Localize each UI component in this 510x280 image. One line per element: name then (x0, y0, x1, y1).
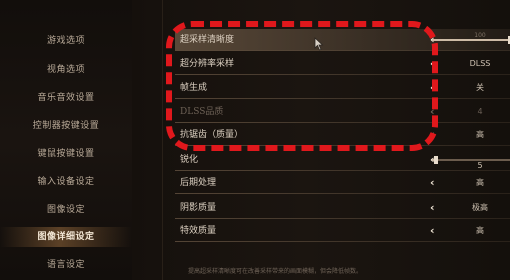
sidebar-item-label: 输入设备设定 (37, 177, 95, 187)
sidebar-item-label: 游戏选项 (46, 36, 85, 46)
sidebar-item-camera-options[interactable]: 视角选项 (0, 60, 132, 80)
sidebar-item-language-settings[interactable]: 语言设定 (0, 255, 132, 275)
setting-row-shadow-quality[interactable]: 阴影质量 ‹ 极高 (175, 197, 510, 219)
sidebar-item-audio-settings[interactable]: 音乐音效设置 (0, 88, 132, 108)
chevron-left-icon[interactable]: ‹ (430, 172, 435, 194)
setting-value: 极高 (472, 203, 488, 212)
setting-value: 4 (477, 107, 483, 116)
sidebar-item-keyboard-mouse-settings[interactable]: 键鼠按键设置 (0, 144, 132, 164)
sidebar-item-label: 控制器按键设置 (32, 121, 100, 131)
sidebar-item-label: 图像设定 (46, 205, 85, 215)
setting-description: 提高超采样清晰度可在改善采样带来的画面模糊，但会降低帧数。 (188, 268, 363, 275)
slider-fill (432, 39, 510, 41)
setting-value: 高 (476, 226, 484, 235)
chevron-left-icon[interactable]: ‹ (430, 197, 435, 219)
setting-row-effects-quality[interactable]: 特效质量 ‹ 高 (175, 220, 510, 242)
sidebar-item-label: 语言设定 (46, 260, 85, 270)
sidebar-divider (162, 0, 163, 280)
setting-value: 100 (474, 32, 486, 39)
setting-value: DLSS (469, 59, 491, 68)
sharpness-slider[interactable] (432, 36, 510, 44)
sidebar-item-label: 音乐音效设置 (37, 93, 95, 103)
sidebar-item-controller-settings[interactable]: 控制器按键设置 (0, 116, 132, 136)
setting-label: 阴影质量 (180, 203, 217, 213)
setting-label: 后期处理 (180, 178, 217, 188)
chevron-left-icon[interactable]: ‹ (430, 220, 435, 242)
setting-row-post-processing[interactable]: 后期处理 ‹ 高 (175, 172, 510, 194)
setting-label: 特效质量 (180, 226, 217, 236)
setting-label: 锐化 (180, 155, 199, 165)
setting-value: 高 (476, 130, 484, 139)
sidebar-item-label: 图像详细设定 (37, 232, 95, 242)
sidebar-item-input-device-settings[interactable]: 输入设备设定 (0, 172, 132, 192)
setting-value: 关 (476, 83, 484, 92)
slider-knob[interactable] (434, 156, 438, 164)
sidebar-item-game-options[interactable]: 游戏选项 (0, 31, 132, 51)
sidebar-item-graphics-detail-settings[interactable]: 图像详细设定 (0, 227, 132, 247)
settings-sidebar: 游戏选项 视角选项 音乐音效设置 控制器按键设置 键鼠按键设置 输入设备设定 图… (0, 0, 132, 280)
sidebar-item-label: 键鼠按键设置 (37, 149, 95, 159)
setting-value: 高 (476, 178, 484, 187)
sharpening-slider[interactable] (432, 156, 510, 164)
sidebar-item-label: 视角选项 (46, 65, 85, 75)
red-dashed-annotation (166, 21, 438, 151)
setting-row-sharpening[interactable]: 锐化 ‹ 5 (175, 149, 510, 171)
sidebar-item-graphics-settings[interactable]: 图像设定 (0, 200, 132, 220)
